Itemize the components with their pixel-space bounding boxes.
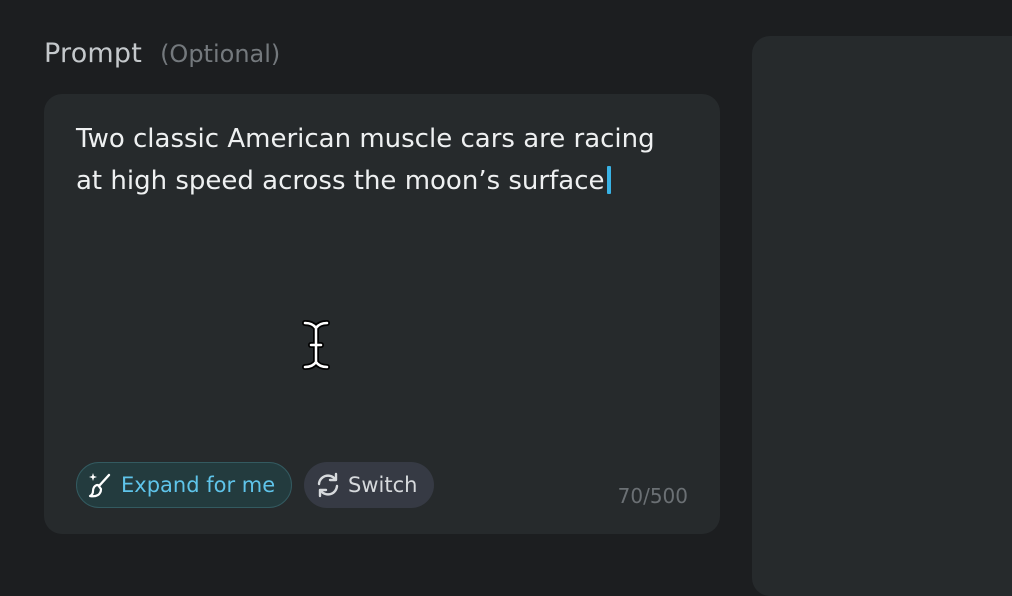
prompt-header: Prompt (Optional)	[44, 38, 280, 69]
expand-button-label: Expand for me	[121, 473, 276, 497]
optional-label: (Optional)	[160, 40, 281, 68]
refresh-icon	[317, 472, 339, 498]
switch-button[interactable]: Switch	[304, 462, 434, 508]
text-caret	[607, 166, 612, 194]
character-counter: 70/500	[617, 484, 688, 508]
prompt-text-value: Two classic American muscle cars are rac…	[76, 124, 655, 196]
prompt-input-box[interactable]: Two classic American muscle cars are rac…	[44, 94, 720, 534]
prompt-title: Prompt	[44, 38, 143, 69]
text-cursor-icon	[302, 320, 330, 370]
switch-button-label: Switch	[348, 473, 418, 497]
preview-panel	[752, 36, 1012, 596]
prompt-textarea[interactable]: Two classic American muscle cars are rac…	[76, 118, 676, 202]
magic-brush-sparkle-icon	[88, 473, 111, 498]
expand-for-me-button[interactable]: Expand for me	[76, 462, 292, 508]
